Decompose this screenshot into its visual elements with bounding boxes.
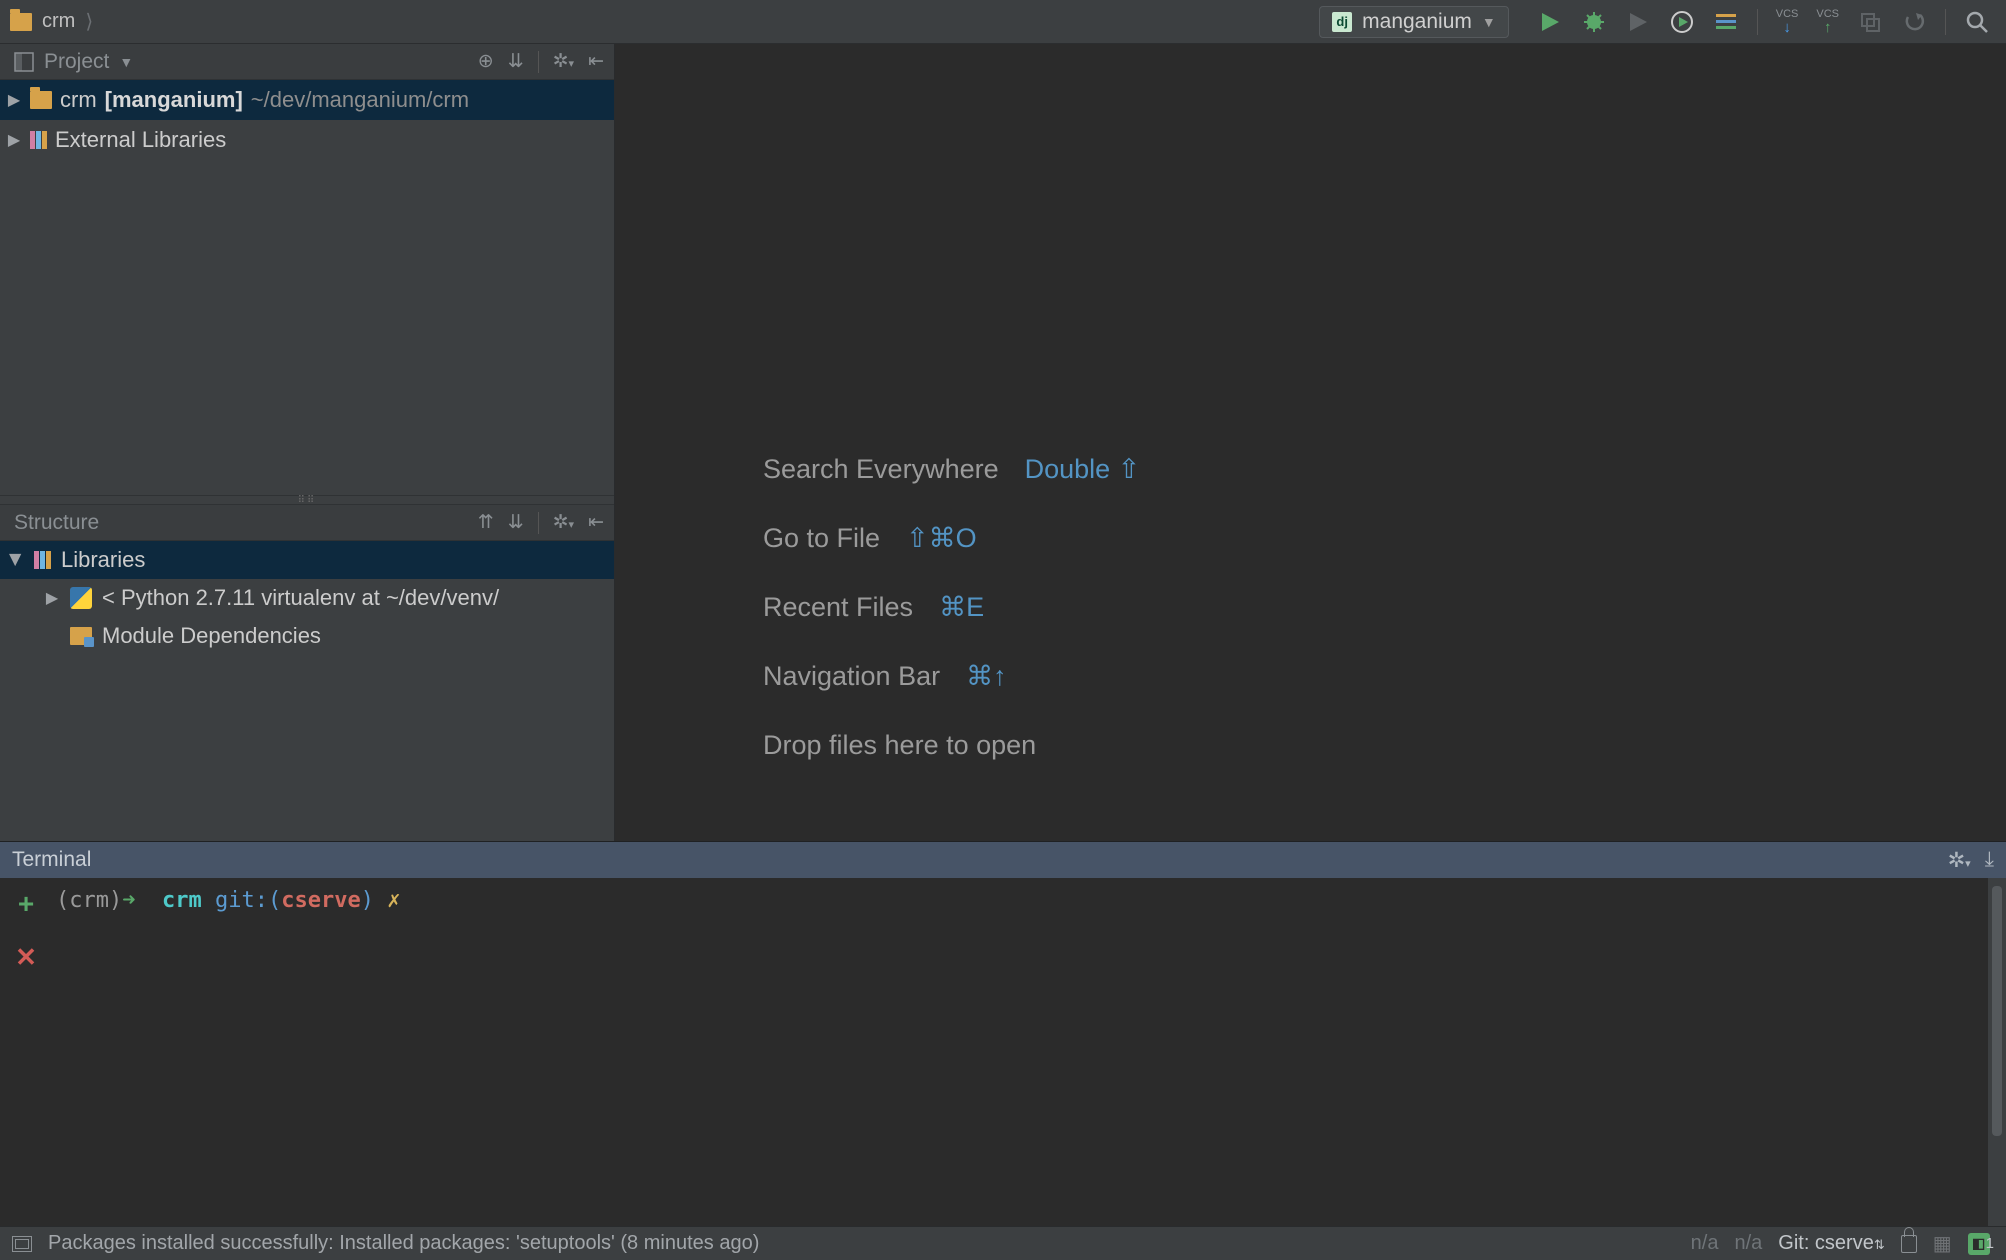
- gear-icon[interactable]: ✲▾: [553, 50, 574, 73]
- folder-icon: [10, 13, 32, 31]
- prompt-git-post: ): [361, 888, 374, 913]
- coverage-button[interactable]: [1625, 9, 1651, 35]
- python-icon: [70, 587, 92, 609]
- search-everywhere-button[interactable]: [1964, 9, 1990, 35]
- prompt-arrow: ➜: [122, 888, 135, 913]
- tree-row-project-root[interactable]: ▶ crm [manganium] ~/dev/manganium/crm: [0, 80, 614, 120]
- tool-windows-toggle-icon[interactable]: [12, 1236, 32, 1252]
- status-line-sep[interactable]: n/a: [1691, 1232, 1719, 1255]
- run-button[interactable]: [1537, 9, 1563, 35]
- debug-button[interactable]: [1581, 9, 1607, 35]
- structure-row-module-deps[interactable]: Module Dependencies: [0, 617, 614, 655]
- hint-search-everywhere: Search Everywhere Double ⇧: [763, 454, 1140, 485]
- structure-row-libraries[interactable]: ▶ Libraries: [0, 541, 614, 579]
- python-env-label: < Python 2.7.11 virtualenv at ~/dev/venv…: [102, 585, 499, 611]
- prompt-git-pre: git:(: [215, 888, 281, 913]
- terminal-scrollbar[interactable]: [1988, 878, 2006, 1226]
- expand-all-icon[interactable]: ⇈: [478, 511, 494, 534]
- vcs-history-button[interactable]: [1857, 9, 1883, 35]
- folder-icon: [30, 91, 52, 109]
- module-deps-label: Module Dependencies: [102, 623, 321, 649]
- status-message: Packages installed successfully: Install…: [48, 1232, 759, 1255]
- hint-drop-files: Drop files here to open: [763, 730, 1140, 761]
- vcs-update-button[interactable]: VCS↓: [1776, 9, 1799, 35]
- hide-icon[interactable]: ⇤: [588, 50, 604, 73]
- toolbar-separator: [1945, 9, 1946, 35]
- separator: [538, 512, 539, 534]
- run-config-label: manganium: [1362, 10, 1472, 34]
- expand-arrow-icon[interactable]: ▶: [6, 130, 22, 150]
- prompt-cwd: crm: [162, 888, 202, 913]
- project-tw-title: Project: [44, 50, 109, 74]
- module-deps-icon: [70, 627, 92, 645]
- profile-button[interactable]: [1669, 9, 1695, 35]
- chevron-down-icon: ▼: [1482, 14, 1496, 30]
- collapse-icon[interactable]: ⇊: [508, 50, 524, 73]
- collapse-arrow-icon[interactable]: ▶: [6, 552, 26, 568]
- root-name: crm: [60, 87, 97, 113]
- prompt-dirty: ✗: [387, 888, 400, 913]
- terminal-new-tab-button[interactable]: +: [18, 888, 34, 920]
- project-tree[interactable]: ▶ crm [manganium] ~/dev/manganium/crm ▶ …: [0, 80, 614, 495]
- run-config-selector[interactable]: dj manganium ▼: [1319, 6, 1509, 38]
- toolbar-separator: [1757, 9, 1758, 35]
- status-bar: Packages installed successfully: Install…: [0, 1226, 2006, 1260]
- status-encoding[interactable]: n/a: [1734, 1232, 1762, 1255]
- root-path: ~/dev/manganium/crm: [251, 87, 469, 113]
- project-view-icon: [14, 52, 34, 72]
- terminal-close-tab-button[interactable]: ✕: [15, 942, 37, 973]
- prompt-venv: (crm): [56, 888, 122, 913]
- separator: [538, 51, 539, 73]
- lock-icon[interactable]: [1901, 1235, 1917, 1253]
- terminal-tw-title: Terminal: [12, 848, 91, 872]
- vcs-commit-button[interactable]: VCS↑: [1816, 9, 1839, 35]
- hector-indicator[interactable]: ◧ 1: [1968, 1233, 1994, 1255]
- expand-arrow-icon[interactable]: ▶: [6, 90, 22, 110]
- breadcrumb[interactable]: crm ⟩: [0, 9, 103, 34]
- pane-splitter[interactable]: ⠿⠿: [0, 495, 614, 505]
- hint-navigation-bar: Navigation Bar ⌘↑: [763, 661, 1140, 692]
- hide-icon[interactable]: ⤓: [1985, 848, 1994, 873]
- collapse-all-icon[interactable]: ⇊: [508, 511, 524, 534]
- status-git-branch[interactable]: Git: cserve⇅: [1778, 1232, 1884, 1255]
- root-module: [manganium]: [105, 87, 243, 113]
- locate-icon[interactable]: ⊕: [478, 50, 494, 73]
- concurrency-button[interactable]: [1713, 9, 1739, 35]
- tree-row-external-libs[interactable]: ▶ External Libraries: [0, 120, 614, 160]
- breadcrumb-separator: ⟩: [85, 9, 93, 34]
- structure-tw-header[interactable]: Structure ⇈ ⇊ ✲▾ ⇤: [0, 505, 614, 541]
- structure-tree[interactable]: ▶ Libraries ▶ < Python 2.7.11 virtualenv…: [0, 541, 614, 841]
- terminal-content[interactable]: (crm)➜ crm git:(cserve) ✗: [52, 878, 1988, 1226]
- structure-row-python[interactable]: ▶ < Python 2.7.11 virtualenv at ~/dev/ve…: [0, 579, 614, 617]
- hint-recent-files: Recent Files ⌘E: [763, 592, 1140, 623]
- project-tw-header[interactable]: Project ▼ ⊕ ⇊ ✲▾ ⇤: [0, 44, 614, 80]
- breadcrumb-project: crm: [42, 10, 75, 33]
- gear-icon[interactable]: ✲▾: [1948, 848, 1971, 873]
- processes-icon[interactable]: ▦: [1933, 1231, 1952, 1256]
- gear-icon[interactable]: ✲▾: [553, 511, 574, 534]
- editor-empty[interactable]: Search Everywhere Double ⇧ Go to File ⇧⌘…: [615, 44, 2006, 841]
- prompt-branch: cserve: [281, 888, 360, 913]
- hint-goto-file: Go to File ⇧⌘O: [763, 523, 1140, 554]
- chevron-down-icon[interactable]: ▼: [119, 54, 133, 70]
- terminal-tw-header[interactable]: Terminal ✲▾ ⤓: [0, 842, 2006, 878]
- external-libs-label: External Libraries: [55, 127, 226, 153]
- structure-tw-title: Structure: [14, 511, 99, 535]
- expand-arrow-icon[interactable]: ▶: [44, 588, 60, 608]
- libraries-icon: [34, 551, 51, 569]
- hide-icon[interactable]: ⇤: [588, 511, 604, 534]
- django-icon: dj: [1332, 12, 1352, 32]
- vcs-revert-button[interactable]: [1901, 9, 1927, 35]
- libraries-icon: [30, 131, 47, 149]
- libraries-label: Libraries: [61, 547, 145, 573]
